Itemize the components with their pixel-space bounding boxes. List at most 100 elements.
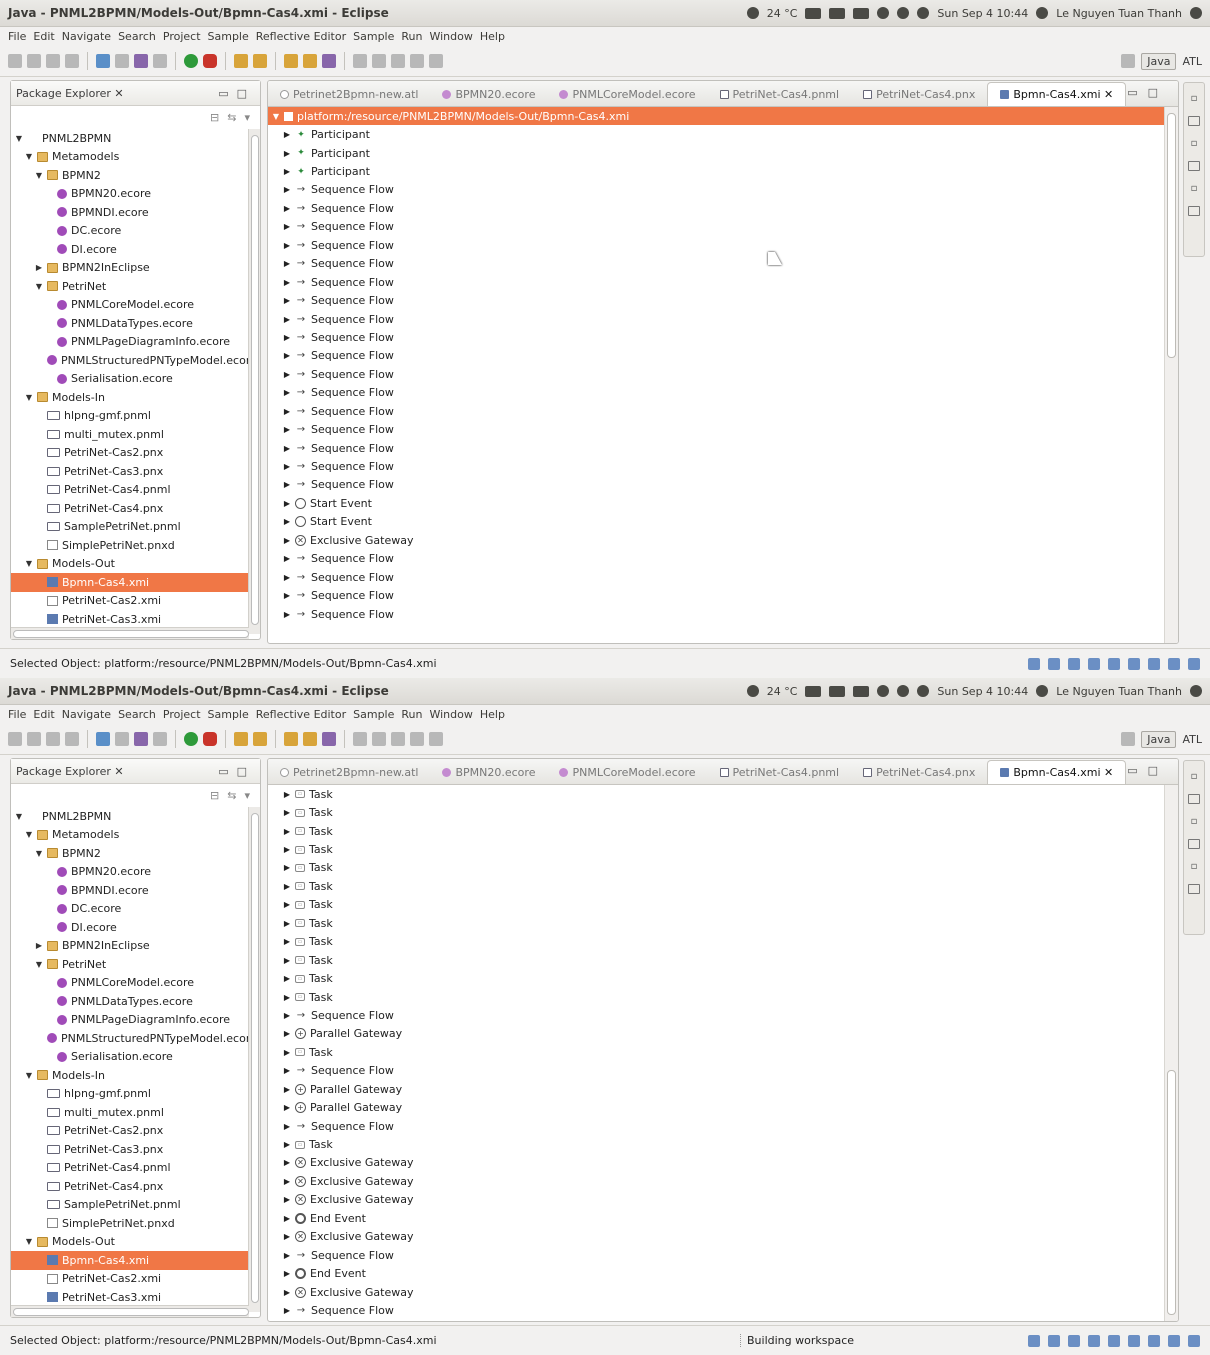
expand-toggle-icon[interactable]: ▶ [282,937,292,946]
editor-tab[interactable]: BPMN20.ecore [430,760,547,784]
menu-item[interactable]: Sample [208,30,249,43]
tree-item[interactable]: ▶ BPMN2InEclipse [11,937,249,956]
menu-item[interactable]: Help [480,708,505,721]
expand-toggle-icon[interactable]: ▶ [282,610,292,619]
expand-toggle-icon[interactable]: ▶ [282,517,292,526]
toolbar-button-icon[interactable] [27,732,41,746]
restore-icon[interactable]: ▫ [1191,861,1198,872]
expand-toggle-icon[interactable]: ▶ [282,462,292,471]
menu-item[interactable]: Edit [33,30,54,43]
restore-icon[interactable]: ▫ [1191,183,1198,194]
expand-toggle-icon[interactable]: ▶ [282,296,292,305]
model-element-row[interactable]: ▶ → Sequence Flow [268,457,1164,475]
expand-toggle-icon[interactable]: ▶ [282,536,292,545]
explorer-hscroll[interactable] [11,1305,249,1317]
editor-tab[interactable]: Petrinet2Bpmn-new.atl [268,760,430,784]
toolbar-button-icon[interactable] [115,732,129,746]
expand-toggle-icon[interactable]: ▶ [282,808,292,817]
expand-toggle-icon[interactable]: ▶ [282,1251,292,1260]
expand-toggle-icon[interactable]: ▶ [282,1103,292,1112]
expand-toggle-icon[interactable]: ▶ [282,845,292,854]
model-element-row[interactable]: ▶ ▭ Task [268,914,1164,932]
restore-icon[interactable]: ▫ [1191,93,1198,104]
model-element-row[interactable]: ▶ Start Event [268,494,1164,512]
editor-tab[interactable]: PNMLCoreModel.ecore [547,82,707,106]
tree-item[interactable]: hlpng-gmf.pnml [11,1085,249,1104]
tree-item[interactable]: PNMLPageDiagramInfo.ecore [11,1011,249,1030]
status-tool-icon[interactable] [1048,1334,1060,1347]
expand-toggle-icon[interactable]: ▶ [282,1011,292,1020]
menu-item[interactable]: Window [429,708,472,721]
model-element-row[interactable]: ▶ → Sequence Flow [268,347,1164,365]
weather-icon[interactable] [746,685,759,697]
toolbar-button-icon[interactable] [65,54,79,68]
toolbar-button-icon[interactable] [115,54,129,68]
toolbar-button-icon[interactable] [284,54,298,68]
explorer-hscroll[interactable] [11,627,249,639]
user-name[interactable]: Le Nguyen Tuan Thanh [1056,685,1182,698]
expand-toggle-icon[interactable]: ▶ [282,993,292,1002]
tree-item[interactable]: ▼ Models-In [11,1066,249,1085]
model-element-row[interactable]: ▶ End Event [268,1264,1164,1282]
model-element-row[interactable]: ▶ → Sequence Flow [268,1062,1164,1080]
expand-toggle-icon[interactable]: ▶ [282,444,292,453]
menu-item[interactable]: Window [429,30,472,43]
toolbar-button-icon[interactable] [284,732,298,746]
expand-toggle-icon[interactable]: ▶ [282,1158,292,1167]
expand-toggle-icon[interactable]: ▼ [24,1237,34,1246]
expand-toggle-icon[interactable]: ▼ [34,282,44,291]
expand-toggle-icon[interactable]: ▶ [282,315,292,324]
model-element-row[interactable]: ▶ → Sequence Flow [268,236,1164,254]
tree-item[interactable]: ▼ Metamodels [11,826,249,845]
toolbar-button-icon[interactable] [153,732,167,746]
editor-tab[interactable]: PetriNet-Cas4.pnx [851,82,987,106]
toolbar-button-icon[interactable] [391,54,405,68]
tree-item[interactable]: BPMN20.ecore [11,185,249,204]
expand-toggle-icon[interactable]: ▼ [34,171,44,180]
expand-toggle-icon[interactable]: ▶ [282,407,292,416]
model-element-row[interactable]: ▼ platform:/resource/PNML2BPMN/Models-Out… [268,107,1164,126]
tree-item[interactable]: DI.ecore [11,918,249,937]
tree-item[interactable]: ▼ Metamodels [11,148,249,167]
expand-toggle-icon[interactable]: ▶ [34,263,44,272]
expand-toggle-icon[interactable]: ▶ [282,259,292,268]
expand-toggle-icon[interactable]: ▶ [282,480,292,489]
tree-item[interactable]: ▼ PNML2BPMN [11,807,249,826]
toolbar-button-icon[interactable] [65,732,79,746]
expand-toggle-icon[interactable]: ▶ [282,919,292,928]
tree-item[interactable]: multi_mutex.pnml [11,425,249,444]
gear-icon[interactable] [1190,685,1202,697]
editor-minimize-maximize-icon[interactable]: ▭□ [1127,764,1168,777]
explorer-vscroll[interactable] [248,129,260,634]
tree-item[interactable]: multi_mutex.pnml [11,1103,249,1122]
expand-toggle-icon[interactable]: ▶ [282,1029,292,1038]
menu-item[interactable]: Reflective Editor [256,30,346,43]
model-element-row[interactable]: ▶ → Sequence Flow [268,605,1164,623]
view-menu-icon[interactable]: ▾ [244,111,250,124]
gear-icon[interactable] [1190,7,1202,19]
editor-tab[interactable]: BPMN20.ecore [430,82,547,106]
status-tool-icon[interactable] [1188,657,1200,670]
toolbar-button-icon[interactable] [391,732,405,746]
status-tool-icon[interactable] [1108,657,1120,670]
toolbar-button-icon[interactable] [410,732,424,746]
expand-toggle-icon[interactable]: ▶ [282,790,292,799]
expand-toggle-icon[interactable]: ▼ [24,152,34,161]
toolbar-button-icon[interactable] [8,732,22,746]
expand-toggle-icon[interactable]: ▶ [282,351,292,360]
model-element-row[interactable]: ▶ ✕ Exclusive Gateway [268,1228,1164,1246]
expand-toggle-icon[interactable]: ▶ [282,1306,292,1315]
model-element-row[interactable]: ▶ Start Event [268,513,1164,531]
tree-item[interactable]: DI.ecore [11,240,249,259]
editor-vscroll[interactable] [1164,107,1178,643]
tree-item[interactable]: DC.ecore [11,222,249,241]
model-element-row[interactable]: ▶ ▭ Task [268,1043,1164,1061]
tree-item[interactable]: SamplePetriNet.pnml [11,518,249,537]
model-element-row[interactable]: ▶ ✦ Participant [268,144,1164,162]
perspective-java[interactable]: Java [1141,730,1177,748]
menu-item[interactable]: Sample [353,708,394,721]
model-element-row[interactable]: ▶ → Sequence Flow [268,255,1164,273]
keyboard-icon[interactable] [805,685,822,697]
expand-toggle-icon[interactable]: ▶ [282,425,292,434]
tree-item[interactable]: PetriNet-Cas2.xmi [11,592,249,611]
